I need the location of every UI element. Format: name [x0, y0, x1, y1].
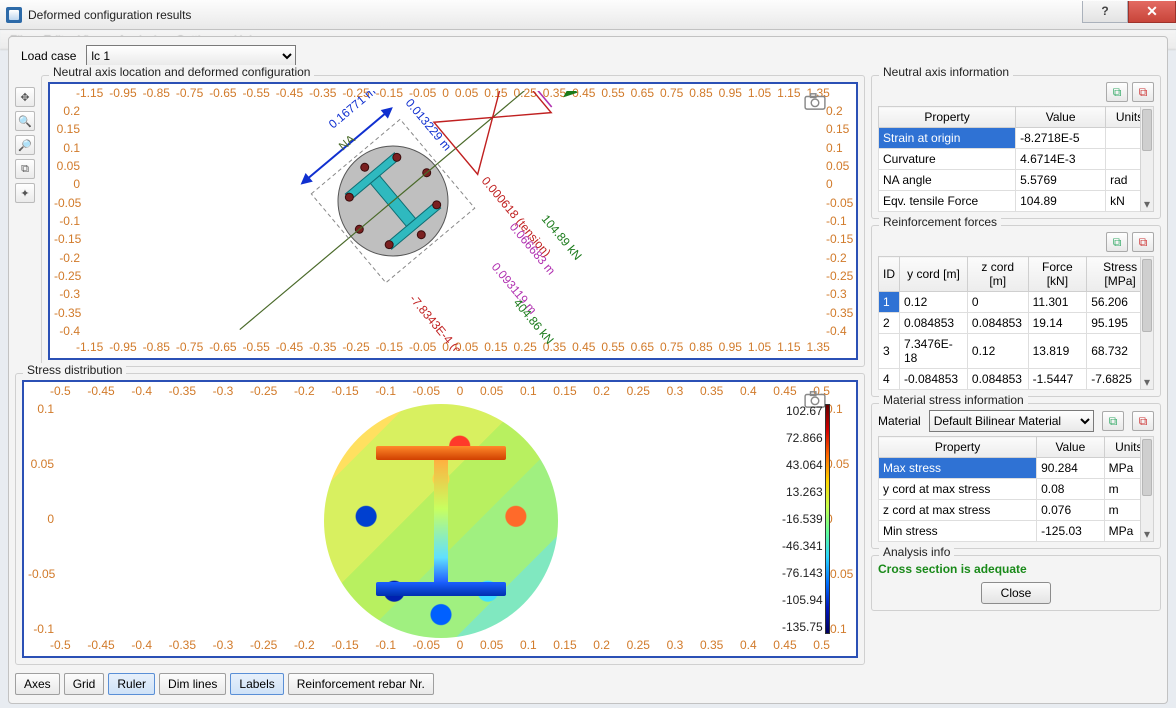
- top-plot[interactable]: -1.15-0.95-0.85-0.75-0.65-0.55-0.45-0.35…: [48, 82, 858, 360]
- camera-icon[interactable]: [804, 92, 826, 113]
- view-option-ruler[interactable]: Ruler: [108, 673, 155, 695]
- ruler-bottom: -0.5-0.45-0.4-0.35-0.3-0.25-0.2-0.15-0.1…: [50, 638, 830, 654]
- loadcase-label: Load case: [21, 49, 76, 63]
- scrollbar[interactable]: ▴▾: [1140, 436, 1154, 542]
- loadcase-select[interactable]: lc 1: [86, 45, 296, 67]
- ruler-left: 0.20.150.10.050-0.05-0.1-0.15-0.2-0.25-0…: [54, 104, 80, 338]
- copy-table-icon[interactable]: ⧉: [1106, 232, 1128, 252]
- view-option-axes[interactable]: Axes: [15, 673, 60, 695]
- analysis-title: Analysis info: [879, 545, 954, 559]
- export-table-icon[interactable]: ⧉: [1132, 82, 1154, 102]
- svg-text:NA: NA: [336, 132, 358, 153]
- svg-text:-7.8343E-4 (compression): -7.8343E-4 (compression): [407, 292, 507, 351]
- colorbar: 102.6772.86643.06413.263-16.539-46.341-7…: [782, 404, 830, 634]
- export-table-icon[interactable]: ⧉: [1132, 411, 1154, 431]
- window-title: Deformed configuration results: [28, 8, 1082, 22]
- na-info-table: PropertyValueUnits Strain at origin-8.27…: [878, 106, 1154, 212]
- material-label: Material: [878, 414, 921, 428]
- top-plot-title: Neutral axis location and deformed confi…: [49, 65, 314, 79]
- titlebar: Deformed configuration results ? ✕: [0, 0, 1176, 30]
- view-option-grid[interactable]: Grid: [64, 673, 105, 695]
- bottom-plot-title: Stress distribution: [23, 363, 126, 377]
- export-table-icon[interactable]: ⧉: [1132, 232, 1154, 252]
- bottom-plot[interactable]: -0.5-0.45-0.4-0.35-0.3-0.25-0.2-0.15-0.1…: [22, 380, 858, 658]
- rf-title: Reinforcement forces: [879, 215, 1001, 229]
- select-tool-button[interactable]: ⧉: [15, 159, 35, 179]
- view-options-toolbar: AxesGridRulerDim linesLabelsReinforcemen…: [15, 673, 865, 695]
- plot-toolbar: ✥ 🔍 🔎 ⧉ ✦: [15, 73, 39, 367]
- rf-table: IDy cord [m]z cord [m]Force [kN]Stress […: [878, 256, 1154, 390]
- window-close-button[interactable]: ✕: [1128, 1, 1176, 23]
- mat-table: PropertyValueUnits Max stress90.284MPa y…: [878, 436, 1154, 542]
- scrollbar[interactable]: ▴▾: [1140, 106, 1154, 212]
- copy-table-icon[interactable]: ⧉: [1106, 82, 1128, 102]
- main-panel: Load case lc 1 ✥ 🔍 🔎 ⧉ ✦ Neutral axis lo…: [8, 36, 1168, 704]
- zoom-out-button[interactable]: 🔎: [15, 135, 35, 155]
- na-info-title: Neutral axis information: [879, 65, 1013, 79]
- view-option-labels[interactable]: Labels: [230, 673, 283, 695]
- ruler-left: 0.10.050-0.05-0.1: [28, 402, 54, 636]
- analysis-status: Cross section is adequate: [878, 562, 1154, 576]
- view-option-dim-lines[interactable]: Dim lines: [159, 673, 226, 695]
- zoom-in-button[interactable]: 🔍: [15, 111, 35, 131]
- help-button[interactable]: ?: [1082, 1, 1128, 23]
- view-option-reinforcement-rebar-nr-[interactable]: Reinforcement rebar Nr.: [288, 673, 434, 695]
- mat-title: Material stress information: [879, 393, 1028, 407]
- copy-table-icon[interactable]: ⧉: [1102, 411, 1124, 431]
- stress-heatmap: [324, 404, 558, 638]
- settings-tool-button[interactable]: ✦: [15, 183, 35, 203]
- cross-section-diagram: 0.16771 m 0.013229 m NA 0.000618 (tensio…: [193, 91, 713, 351]
- ibeam-overlay: [376, 446, 506, 596]
- ruler-top: -0.5-0.45-0.4-0.35-0.3-0.25-0.2-0.15-0.1…: [50, 384, 830, 400]
- app-icon: [6, 7, 22, 23]
- close-button[interactable]: Close: [981, 582, 1051, 604]
- scrollbar[interactable]: ▴▾: [1140, 256, 1154, 390]
- svg-text:0.013229 m: 0.013229 m: [403, 96, 454, 154]
- pan-tool-button[interactable]: ✥: [15, 87, 35, 107]
- material-select[interactable]: Default Bilinear Material: [929, 410, 1094, 432]
- ruler-right: 0.20.150.10.050-0.05-0.1-0.15-0.2-0.25-0…: [826, 104, 852, 338]
